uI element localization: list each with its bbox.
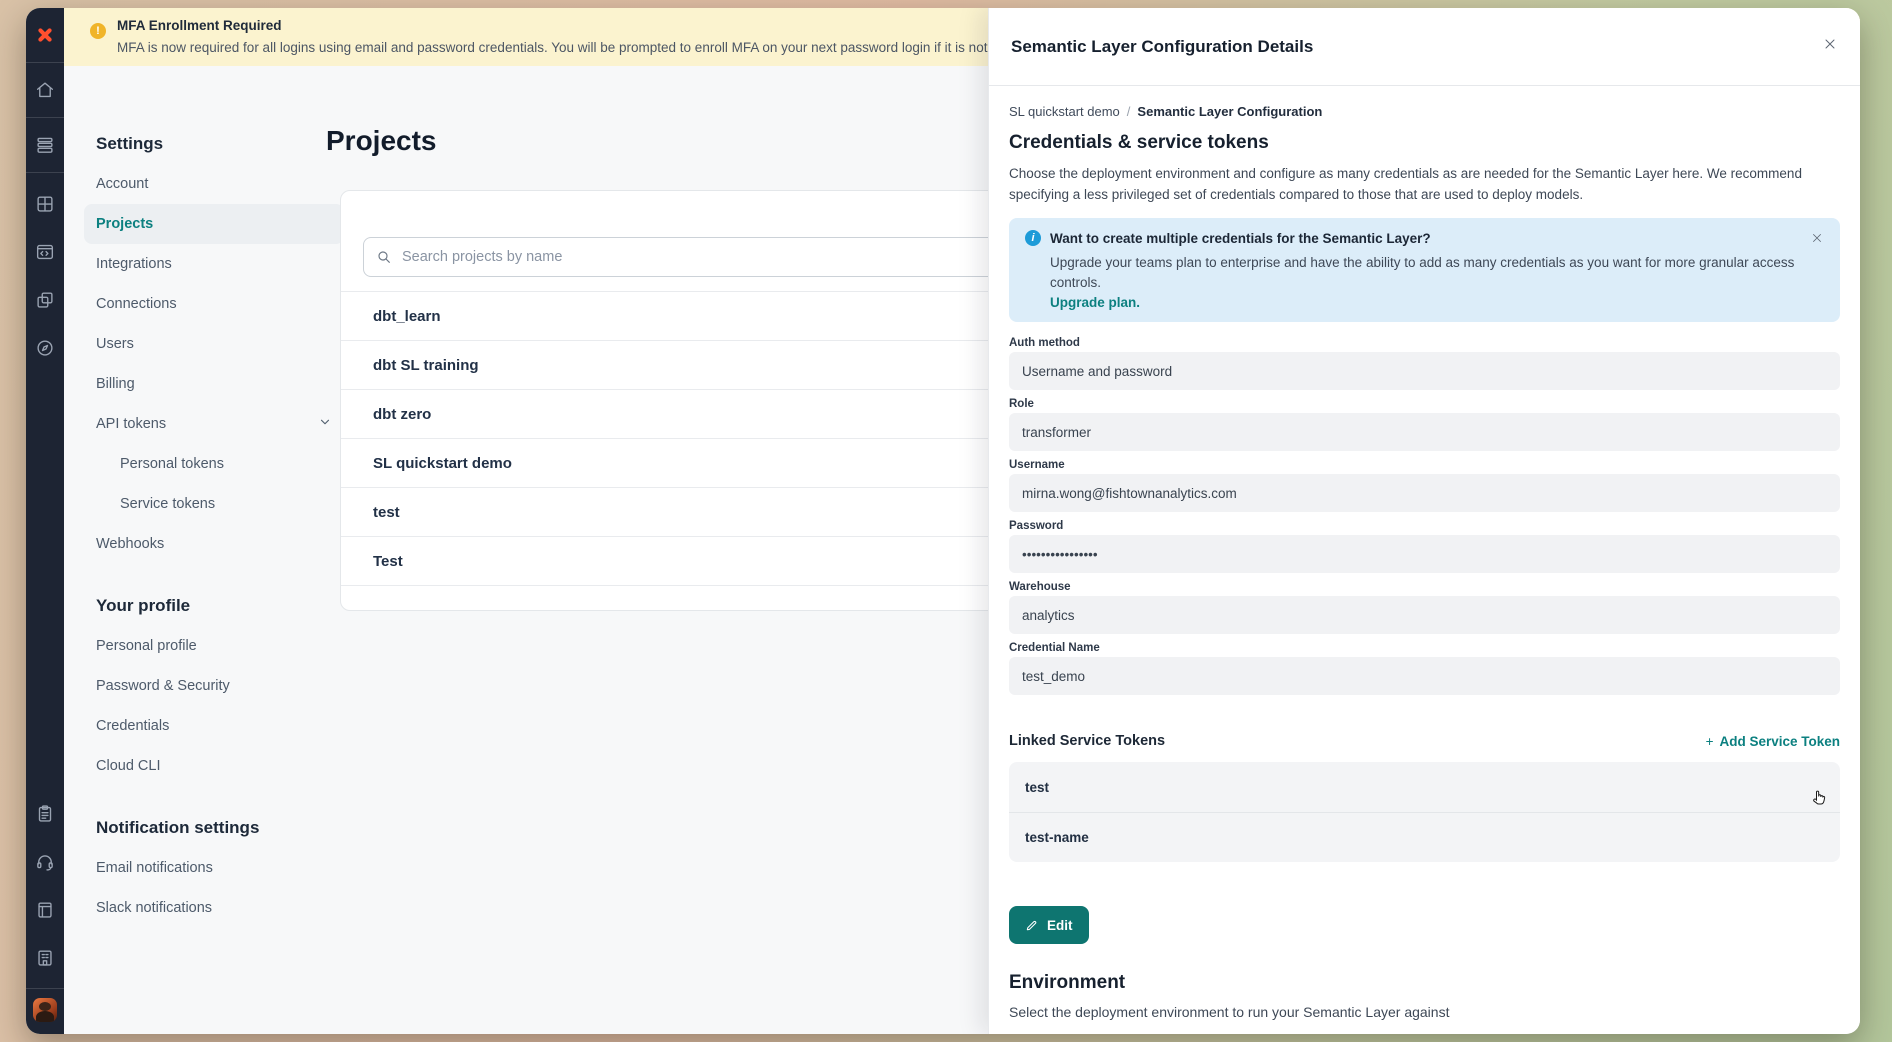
sidebar-item-personal-tokens[interactable]: Personal tokens	[84, 444, 344, 484]
field-warehouse: Warehouse analytics	[1009, 581, 1840, 634]
settings-sidebar: Settings Account Projects Integrations C…	[96, 124, 332, 928]
user-avatar[interactable]	[33, 998, 57, 1022]
field-value: test_demo	[1009, 657, 1840, 695]
sidebar-item-account[interactable]: Account	[84, 164, 344, 204]
edit-button-label: Edit	[1047, 918, 1073, 933]
sidebar-item-webhooks[interactable]: Webhooks	[84, 524, 344, 564]
alert-body: Upgrade your teams plan to enterprise an…	[1050, 253, 1824, 293]
app-rail	[26, 8, 64, 1034]
breadcrumb-separator: /	[1127, 104, 1131, 119]
token-row: test-name	[1009, 812, 1840, 862]
sidebar-item-password-security[interactable]: Password & Security	[84, 666, 344, 706]
field-label: Username	[1009, 459, 1840, 471]
field-username: Username mirna.wong@fishtownanalytics.co…	[1009, 459, 1840, 512]
field-value: mirna.wong@fishtownanalytics.com	[1009, 474, 1840, 512]
dashboards-icon[interactable]	[34, 193, 56, 220]
panel-title: Semantic Layer Configuration Details	[1011, 37, 1313, 57]
duplicate-pages-icon[interactable]	[34, 289, 56, 316]
sidebar-item-service-tokens[interactable]: Service tokens	[84, 484, 344, 524]
changelog-icon[interactable]	[34, 803, 56, 830]
sidebar-item-email-notifications[interactable]: Email notifications	[84, 848, 344, 888]
ide-icon[interactable]	[34, 241, 56, 268]
chevron-down-icon	[318, 415, 332, 433]
settings-header: Settings	[96, 124, 332, 164]
info-icon: i	[1025, 230, 1041, 246]
pencil-icon	[1025, 918, 1039, 932]
sidebar-item-billing[interactable]: Billing	[84, 364, 344, 404]
plus-icon: +	[1706, 734, 1714, 749]
linked-tokens-heading: Linked Service Tokens	[1009, 733, 1165, 749]
profile-header: Your profile	[96, 586, 332, 626]
sidebar-item-credentials[interactable]: Credentials	[84, 706, 344, 746]
notifications-header: Notification settings	[96, 808, 332, 848]
sidebar-item-users[interactable]: Users	[84, 324, 344, 364]
alert-title: Want to create multiple credentials for …	[1050, 231, 1431, 246]
sidebar-item-projects[interactable]: Projects	[84, 204, 344, 244]
section-description: Choose the deployment environment and co…	[1009, 163, 1840, 205]
semantic-layer-panel: Semantic Layer Configuration Details SL …	[988, 8, 1860, 1034]
environment-description: Select the deployment environment to run…	[1009, 1003, 1840, 1021]
panel-header: Semantic Layer Configuration Details	[989, 8, 1860, 86]
field-value: analytics	[1009, 596, 1840, 634]
field-label: Warehouse	[1009, 581, 1840, 593]
sidebar-item-slack-notifications[interactable]: Slack notifications	[84, 888, 344, 928]
docs-book-icon[interactable]	[34, 899, 56, 926]
sidebar-item-connections[interactable]: Connections	[84, 284, 344, 324]
sidebar-item-label: API tokens	[96, 416, 166, 432]
field-label: Password	[1009, 520, 1840, 532]
field-password: Password ••••••••••••••••	[1009, 520, 1840, 573]
environment-heading: Environment	[1009, 972, 1840, 994]
add-service-token-button[interactable]: + Add Service Token	[1706, 734, 1840, 749]
field-label: Role	[1009, 398, 1840, 410]
field-label: Credential Name	[1009, 642, 1840, 654]
sidebar-item-api-tokens[interactable]: API tokens	[84, 404, 344, 444]
deploy-icon[interactable]	[26, 118, 64, 173]
field-value: ••••••••••••••••	[1009, 535, 1840, 573]
explore-compass-icon[interactable]	[34, 337, 56, 364]
field-value: Username and password	[1009, 352, 1840, 390]
section-title: Credentials & service tokens	[1009, 132, 1840, 154]
field-auth-method: Auth method Username and password	[1009, 337, 1840, 390]
close-icon[interactable]	[1822, 36, 1838, 57]
field-value: transformer	[1009, 413, 1840, 451]
field-credential-name: Credential Name test_demo	[1009, 642, 1840, 695]
edit-button[interactable]: Edit	[1009, 906, 1089, 944]
breadcrumb-parent[interactable]: SL quickstart demo	[1009, 104, 1120, 119]
banner-title: MFA Enrollment Required	[117, 18, 282, 33]
search-icon	[376, 249, 392, 265]
sidebar-item-cloud-cli[interactable]: Cloud CLI	[84, 746, 344, 786]
upgrade-plan-link[interactable]: Upgrade plan.	[1050, 295, 1824, 310]
upgrade-alert: i Want to create multiple credentials fo…	[1009, 218, 1840, 322]
token-row: test	[1009, 762, 1840, 812]
breadcrumb: SL quickstart demo / Semantic Layer Config…	[1009, 104, 1840, 119]
page-title: Projects	[326, 125, 437, 157]
panel-body: SL quickstart demo / Semantic Layer Config…	[989, 86, 1860, 1021]
dbt-logo[interactable]	[26, 8, 64, 63]
linked-tokens-list: test test-name	[1009, 762, 1840, 862]
support-headset-icon[interactable]	[34, 851, 56, 878]
app-window: ! MFA Enrollment Required MFA is now req…	[26, 8, 1860, 1034]
alert-close-icon[interactable]	[1810, 231, 1824, 250]
field-role: Role transformer	[1009, 398, 1840, 451]
add-service-token-label: Add Service Token	[1719, 734, 1840, 749]
banner-message: MFA is now required for all logins using…	[117, 40, 1035, 55]
marketplace-icon[interactable]	[34, 947, 56, 974]
warning-icon: !	[90, 23, 106, 39]
home-icon[interactable]	[26, 63, 64, 118]
sidebar-item-integrations[interactable]: Integrations	[84, 244, 344, 284]
sidebar-item-personal-profile[interactable]: Personal profile	[84, 626, 344, 666]
breadcrumb-current: Semantic Layer Configuration	[1137, 104, 1322, 119]
field-label: Auth method	[1009, 337, 1840, 349]
